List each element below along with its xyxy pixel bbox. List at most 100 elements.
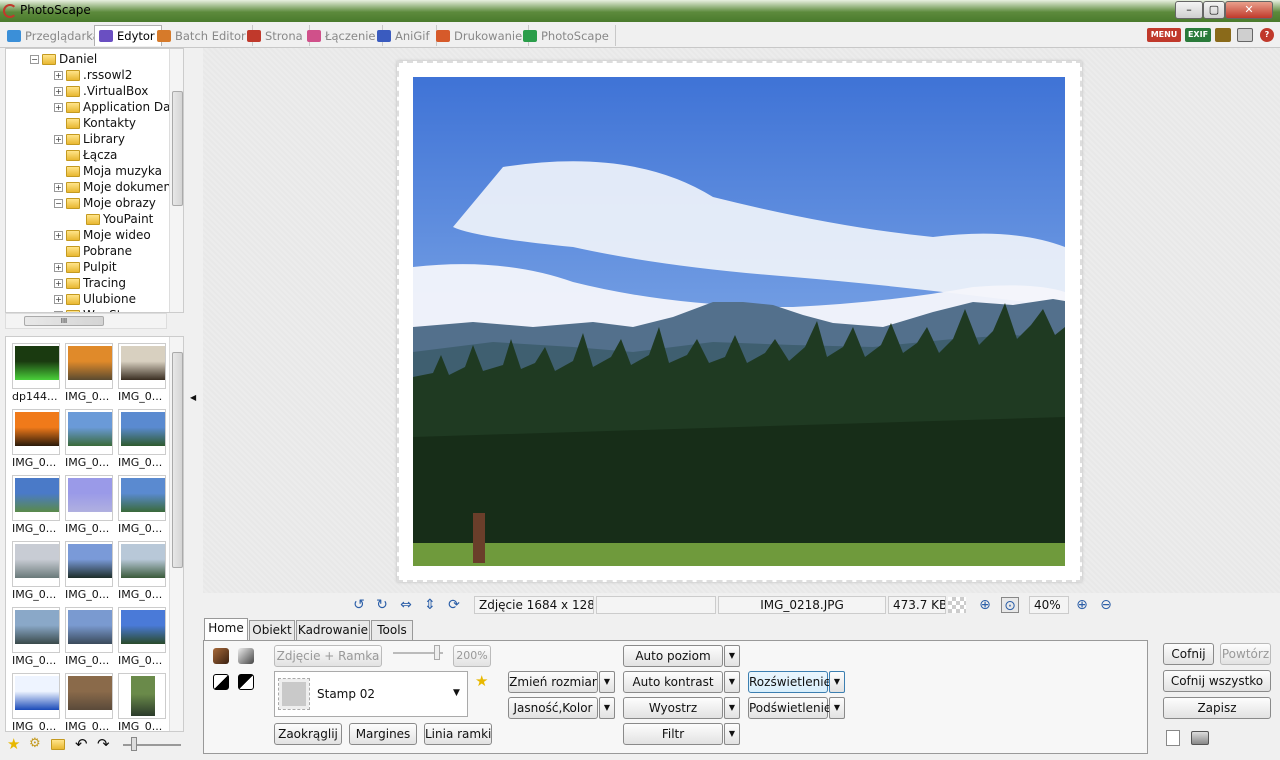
back-arrow-icon[interactable]: ↶	[75, 735, 88, 753]
opacity-field[interactable]: 200%	[453, 645, 491, 667]
tree-item[interactable]: + Library	[54, 131, 125, 147]
collapse-icon[interactable]: −	[30, 54, 39, 64]
tree-item[interactable]: + Application Dat	[54, 99, 175, 115]
panel-splitter[interactable]: ◀	[186, 48, 202, 758]
zoom-actual-icon[interactable]: ⊙	[1001, 597, 1019, 614]
forward-arrow-icon[interactable]: ↷	[97, 735, 110, 753]
sharpen-button[interactable]: Wyostrz	[623, 697, 723, 719]
backlight-dropdown[interactable]: ▼	[829, 697, 845, 719]
tree-hscroll-thumb[interactable]: III	[24, 316, 104, 326]
brighten-dropdown[interactable]: ▼	[829, 671, 845, 693]
thumbnail[interactable]	[65, 673, 113, 719]
thumbnail[interactable]	[65, 541, 113, 587]
tree-item[interactable]: + .rssowl2	[54, 67, 132, 83]
collapse-arrow-icon[interactable]: ◀	[190, 393, 196, 402]
favorite-star-icon[interactable]: ★	[475, 672, 488, 690]
thumbnail[interactable]	[12, 607, 60, 653]
expand-icon[interactable]	[54, 247, 63, 256]
tab-anigif[interactable]: AniGif	[373, 25, 437, 46]
minimize-button[interactable]: –	[1175, 1, 1203, 19]
zoom-out-icon[interactable]: ⊖	[1097, 597, 1115, 613]
thumbnail[interactable]	[118, 343, 166, 389]
copy-icon[interactable]	[1237, 28, 1253, 42]
tab-drukowanie[interactable]: Drukowanie	[432, 25, 530, 46]
tab-photoscape[interactable]: PhotoScape	[519, 25, 616, 46]
expand-icon[interactable]: +	[54, 102, 63, 112]
save-button[interactable]: Zapisz	[1163, 697, 1271, 719]
frame-select[interactable]: Stamp 02 ▼	[274, 671, 468, 717]
expand-icon[interactable]: +	[54, 182, 63, 192]
backlight-button[interactable]: Podświetlenie	[748, 697, 831, 719]
tree-item[interactable]: YouPaint	[86, 211, 153, 227]
resize-dropdown[interactable]: ▼	[599, 671, 615, 693]
rotate-right-icon[interactable]: ↻	[373, 597, 391, 613]
thumbnail[interactable]	[118, 541, 166, 587]
new-file-icon[interactable]	[1166, 730, 1180, 746]
frame-color-icon[interactable]	[213, 648, 229, 664]
brightness-dropdown[interactable]: ▼	[599, 697, 615, 719]
tree-item[interactable]: + Moje dokument	[54, 179, 176, 195]
flip-vertical-icon[interactable]: ⇕	[421, 597, 439, 613]
frame-shade-icon[interactable]	[238, 648, 254, 664]
exif-icon[interactable]: EXIF	[1185, 28, 1211, 42]
open-folder-icon[interactable]	[51, 739, 65, 750]
sharpen-dropdown[interactable]: ▼	[724, 697, 740, 719]
maximize-button[interactable]: ▢	[1203, 1, 1225, 19]
bw-icon[interactable]	[213, 674, 229, 690]
panel-tab-kadrowanie[interactable]: Kadrowanie	[296, 620, 370, 640]
thumbnail[interactable]	[12, 673, 60, 719]
margins-button[interactable]: Margines	[349, 723, 417, 745]
photo-frame-button[interactable]: Zdjęcie + Ramka	[274, 645, 382, 667]
thumbnail[interactable]	[118, 409, 166, 455]
tab-batch-editor[interactable]: Batch Editor	[153, 25, 253, 46]
frame-slider-handle[interactable]	[434, 645, 440, 660]
tree-item[interactable]: Łącza	[54, 147, 117, 163]
dropdown-arrow-icon[interactable]: ▼	[453, 688, 460, 698]
auto-level-dropdown[interactable]: ▼	[724, 645, 740, 667]
thumbnail[interactable]	[65, 343, 113, 389]
expand-icon[interactable]	[54, 119, 63, 128]
close-button[interactable]: ✕	[1225, 1, 1273, 19]
frame-line-button[interactable]: Linia ramki	[424, 723, 492, 745]
round-button[interactable]: Zaokrąglij	[274, 723, 342, 745]
zoom-in-icon[interactable]: ⊕	[1073, 597, 1091, 613]
thumbs-scrollbar[interactable]	[169, 337, 183, 731]
tree-hscrollbar[interactable]: III	[5, 313, 167, 329]
tree-item[interactable]: + Ulubione	[54, 291, 136, 307]
tab-edytor[interactable]: Edytor	[94, 25, 162, 46]
collapse-icon[interactable]: −	[54, 198, 63, 208]
tree-item[interactable]: Moja muzyka	[54, 163, 162, 179]
printer-icon[interactable]	[1191, 731, 1209, 745]
tree-item[interactable]: − Moje obrazy	[54, 195, 156, 211]
panel-tab-home[interactable]: Home	[204, 618, 248, 641]
expand-icon[interactable]: +	[54, 70, 63, 80]
tab-laczenie[interactable]: Łączenie	[303, 25, 383, 46]
expand-icon[interactable]: +	[54, 134, 63, 144]
expand-icon[interactable]: +	[54, 262, 63, 272]
tab-przegladarka[interactable]: Przeglądarka	[3, 25, 107, 46]
menu-icon[interactable]: MENU	[1147, 28, 1181, 42]
rotate-left-icon[interactable]: ↺	[350, 597, 368, 613]
redo-button[interactable]: Powtórz	[1220, 643, 1271, 665]
zoom-fit-icon[interactable]: ⊕	[976, 597, 994, 613]
star-icon[interactable]: ★	[7, 735, 20, 753]
thumbnail[interactable]	[12, 343, 60, 389]
thumbs-scroll-thumb[interactable]	[172, 352, 183, 568]
auto-contrast-dropdown[interactable]: ▼	[724, 671, 740, 693]
thumbnail[interactable]	[12, 541, 60, 587]
brightness-color-button[interactable]: Jasność,Kolor	[508, 697, 598, 719]
thumbnail[interactable]	[118, 607, 166, 653]
tree-item[interactable]: + Tracing	[54, 275, 126, 291]
auto-level-button[interactable]: Auto poziom	[623, 645, 723, 667]
tab-strona[interactable]: Strona	[243, 25, 310, 46]
film-icon[interactable]	[1215, 28, 1231, 42]
favorite-add-icon[interactable]: ⚙	[29, 736, 41, 751]
tree-scroll-thumb[interactable]	[172, 91, 183, 206]
transparency-icon[interactable]	[948, 597, 966, 613]
edited-photo[interactable]	[413, 77, 1065, 566]
tree-scrollbar[interactable]	[169, 49, 183, 312]
expand-icon[interactable]: +	[54, 294, 63, 304]
expand-icon[interactable]: +	[54, 278, 63, 288]
thumbnail[interactable]	[118, 673, 166, 719]
tree-item[interactable]: + Moje wideo	[54, 227, 151, 243]
